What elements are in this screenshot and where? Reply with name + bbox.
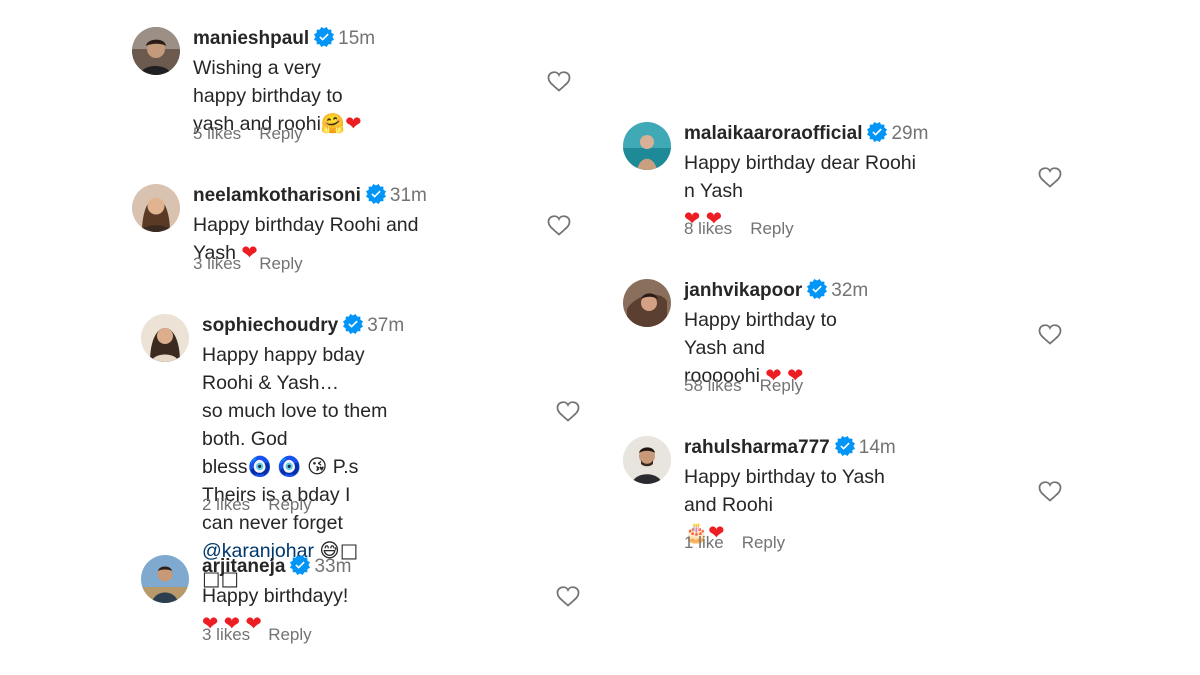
heart-outline-icon[interactable]	[1037, 478, 1063, 504]
verified-badge-icon	[366, 184, 386, 204]
likes-count[interactable]: 2 likes	[202, 495, 250, 514]
comment-line: Happy birthday to Yash and	[684, 309, 837, 359]
comment-line: Happy birthday to Yash and Roohi	[684, 466, 885, 516]
comment-time[interactable]: 32m	[831, 280, 868, 301]
heart-outline-icon[interactable]	[555, 398, 581, 424]
comment-time[interactable]: 37m	[367, 315, 404, 336]
comment-time[interactable]: 14m	[859, 437, 896, 458]
comment-time[interactable]: 31m	[390, 185, 427, 206]
likes-count[interactable]: 8 likes	[684, 219, 732, 238]
reply-button[interactable]: Reply	[742, 533, 785, 552]
avatar[interactable]	[623, 436, 671, 484]
nazar-amulet-emoji: 🧿	[247, 455, 272, 478]
comment-line-text: can never forget	[202, 512, 343, 534]
verified-badge-icon	[867, 122, 887, 142]
username[interactable]: manieshpaul	[193, 28, 309, 49]
nazar-amulet-emoji: 🧿	[277, 455, 302, 478]
username[interactable]: neelamkotharisoni	[193, 185, 361, 206]
avatar[interactable]	[132, 184, 180, 232]
comment-line: Happy birthday dear Roohi n Yash	[684, 152, 916, 202]
red-heart-emoji: ❤	[345, 112, 362, 135]
comment-time[interactable]: 15m	[338, 28, 375, 49]
heart-outline-icon[interactable]	[546, 212, 572, 238]
reply-button[interactable]: Reply	[268, 495, 311, 514]
likes-count[interactable]: 3 likes	[202, 625, 250, 644]
verified-badge-icon	[807, 279, 827, 299]
reply-button[interactable]: Reply	[259, 254, 302, 273]
likes-count[interactable]: 3 likes	[193, 254, 241, 273]
comment-actions: 2 likes Reply	[202, 495, 312, 515]
comment-actions: 1 like Reply	[684, 533, 785, 553]
username[interactable]: arjitaneja	[202, 556, 285, 577]
username[interactable]: malaikaaroraofficial	[684, 123, 862, 144]
reply-button[interactable]: Reply	[259, 124, 302, 143]
comment-line-text: bless	[202, 456, 248, 478]
comment-line: Wishing a very happy birthday to	[193, 57, 343, 107]
avatar[interactable]	[623, 122, 671, 170]
comment-line: Happy happy bday Roohi & Yash…	[202, 344, 365, 394]
heart-outline-icon[interactable]	[546, 68, 572, 94]
likes-count[interactable]: 1 like	[684, 533, 724, 552]
hugging-face-emoji: 🤗	[320, 112, 346, 135]
reply-button[interactable]: Reply	[268, 625, 311, 644]
heart-outline-icon[interactable]	[1037, 164, 1063, 190]
comment-actions: 5 likes Reply	[193, 124, 303, 144]
comment-line-text: Happy birthdayy!	[202, 585, 349, 607]
avatar[interactable]	[141, 555, 189, 603]
verified-badge-icon	[343, 314, 363, 334]
username[interactable]: janhvikapoor	[684, 280, 802, 301]
likes-count[interactable]: 58 likes	[684, 376, 742, 395]
comments-page: { "comments": [ { "username": "manieshpa…	[0, 0, 1200, 675]
comment-actions: 3 likes Reply	[202, 625, 312, 645]
heart-outline-icon[interactable]	[555, 583, 581, 609]
verified-badge-icon	[290, 555, 310, 575]
comment-time[interactable]: 33m	[314, 556, 351, 577]
kiss-face-emoji: 😘	[306, 455, 328, 478]
comment-time[interactable]: 29m	[891, 123, 928, 144]
verified-badge-icon	[835, 436, 855, 456]
comment-actions: 8 likes Reply	[684, 219, 794, 239]
likes-count[interactable]: 5 likes	[193, 124, 241, 143]
comment-line: so much love to them both. God	[202, 400, 388, 450]
reply-button[interactable]: Reply	[750, 219, 793, 238]
comment-actions: 3 likes Reply	[193, 254, 303, 274]
heart-outline-icon[interactable]	[1037, 321, 1063, 347]
comment-actions: 58 likes Reply	[684, 376, 803, 396]
avatar[interactable]	[623, 279, 671, 327]
avatar[interactable]	[132, 27, 180, 75]
username[interactable]: rahulsharma777	[684, 437, 830, 458]
reply-button[interactable]: Reply	[760, 376, 803, 395]
verified-badge-icon	[314, 27, 334, 47]
username[interactable]: sophiechoudry	[202, 315, 338, 336]
avatar[interactable]	[141, 314, 189, 362]
